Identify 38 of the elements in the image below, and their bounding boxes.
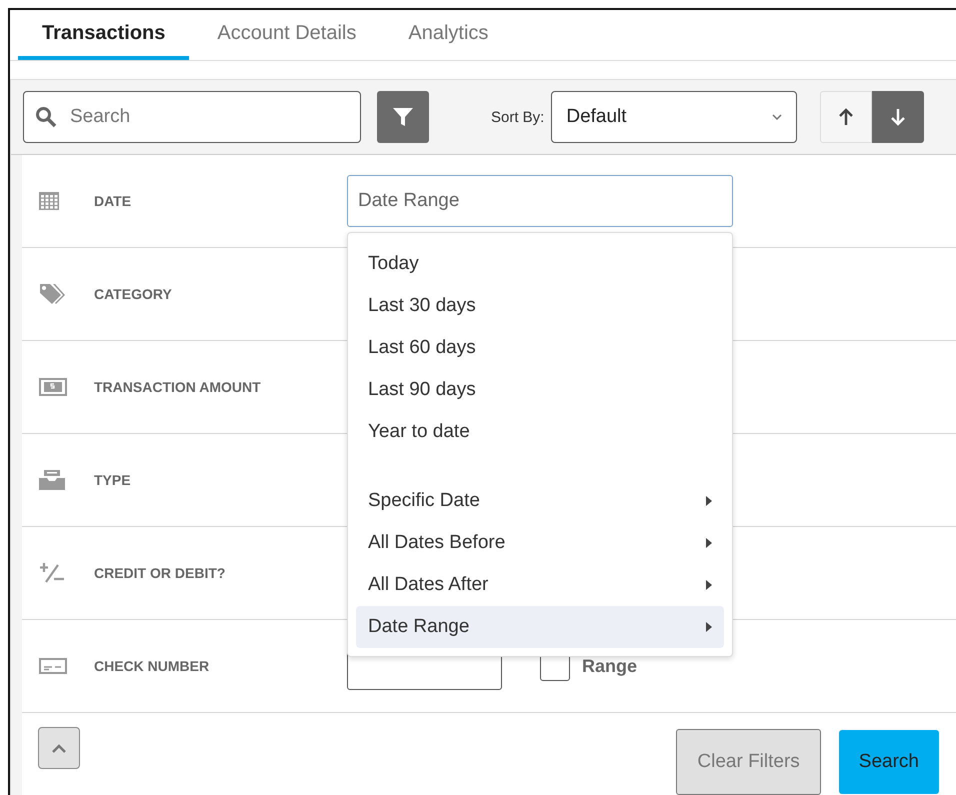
filter-label: CHECK NUMBER xyxy=(94,658,210,674)
menu-item[interactable]: Last 60 days xyxy=(356,327,724,369)
arrow-up-icon xyxy=(838,108,854,126)
tab[interactable]: Account Details xyxy=(193,10,380,60)
sort-direction-button[interactable] xyxy=(872,91,924,143)
banknote-icon xyxy=(39,378,67,396)
chevron-down-icon xyxy=(772,114,782,120)
calendar-grid-icon xyxy=(39,192,59,210)
filter-label: CREDIT OR DEBIT? xyxy=(94,565,226,581)
menu-item[interactable]: Specific Date xyxy=(356,480,724,522)
menu-item[interactable]: Last 30 days xyxy=(356,285,724,327)
tab[interactable]: Analytics xyxy=(384,10,512,60)
menu-item[interactable]: Last 90 days xyxy=(356,369,724,411)
search-button[interactable]: Search xyxy=(838,730,939,794)
date-range-field[interactable]: Date Range xyxy=(347,175,733,227)
filter-label: DATE xyxy=(94,193,132,209)
filter-label: CATEGORY xyxy=(94,286,173,302)
menu-item[interactable]: Year to date xyxy=(356,411,724,453)
sort-label: Sort By: xyxy=(491,108,544,126)
menu-item[interactable]: All Dates After xyxy=(356,564,724,606)
checkbox-label: Range xyxy=(582,656,638,676)
tags-icon xyxy=(39,283,65,305)
filter-label: TRANSACTION AMOUNT xyxy=(94,379,262,395)
menu-item[interactable]: Today xyxy=(356,243,724,285)
chevron-up-icon xyxy=(52,744,66,752)
search-icon xyxy=(35,106,57,128)
tab[interactable]: Transactions xyxy=(18,10,190,60)
plus-minus-icon xyxy=(39,563,65,583)
filter-icon xyxy=(393,107,413,127)
menu-item[interactable]: All Dates Before xyxy=(356,522,724,564)
filter-button[interactable] xyxy=(377,91,429,143)
filter-label: TYPE xyxy=(94,472,132,488)
sort-select[interactable]: Default xyxy=(551,91,798,143)
collapse-button[interactable] xyxy=(38,727,80,769)
search-field[interactable]: Search xyxy=(23,91,361,143)
inbox-tray-icon xyxy=(39,470,65,490)
arrow-down-icon xyxy=(890,108,906,126)
menu-item[interactable]: Date Range xyxy=(356,606,724,648)
